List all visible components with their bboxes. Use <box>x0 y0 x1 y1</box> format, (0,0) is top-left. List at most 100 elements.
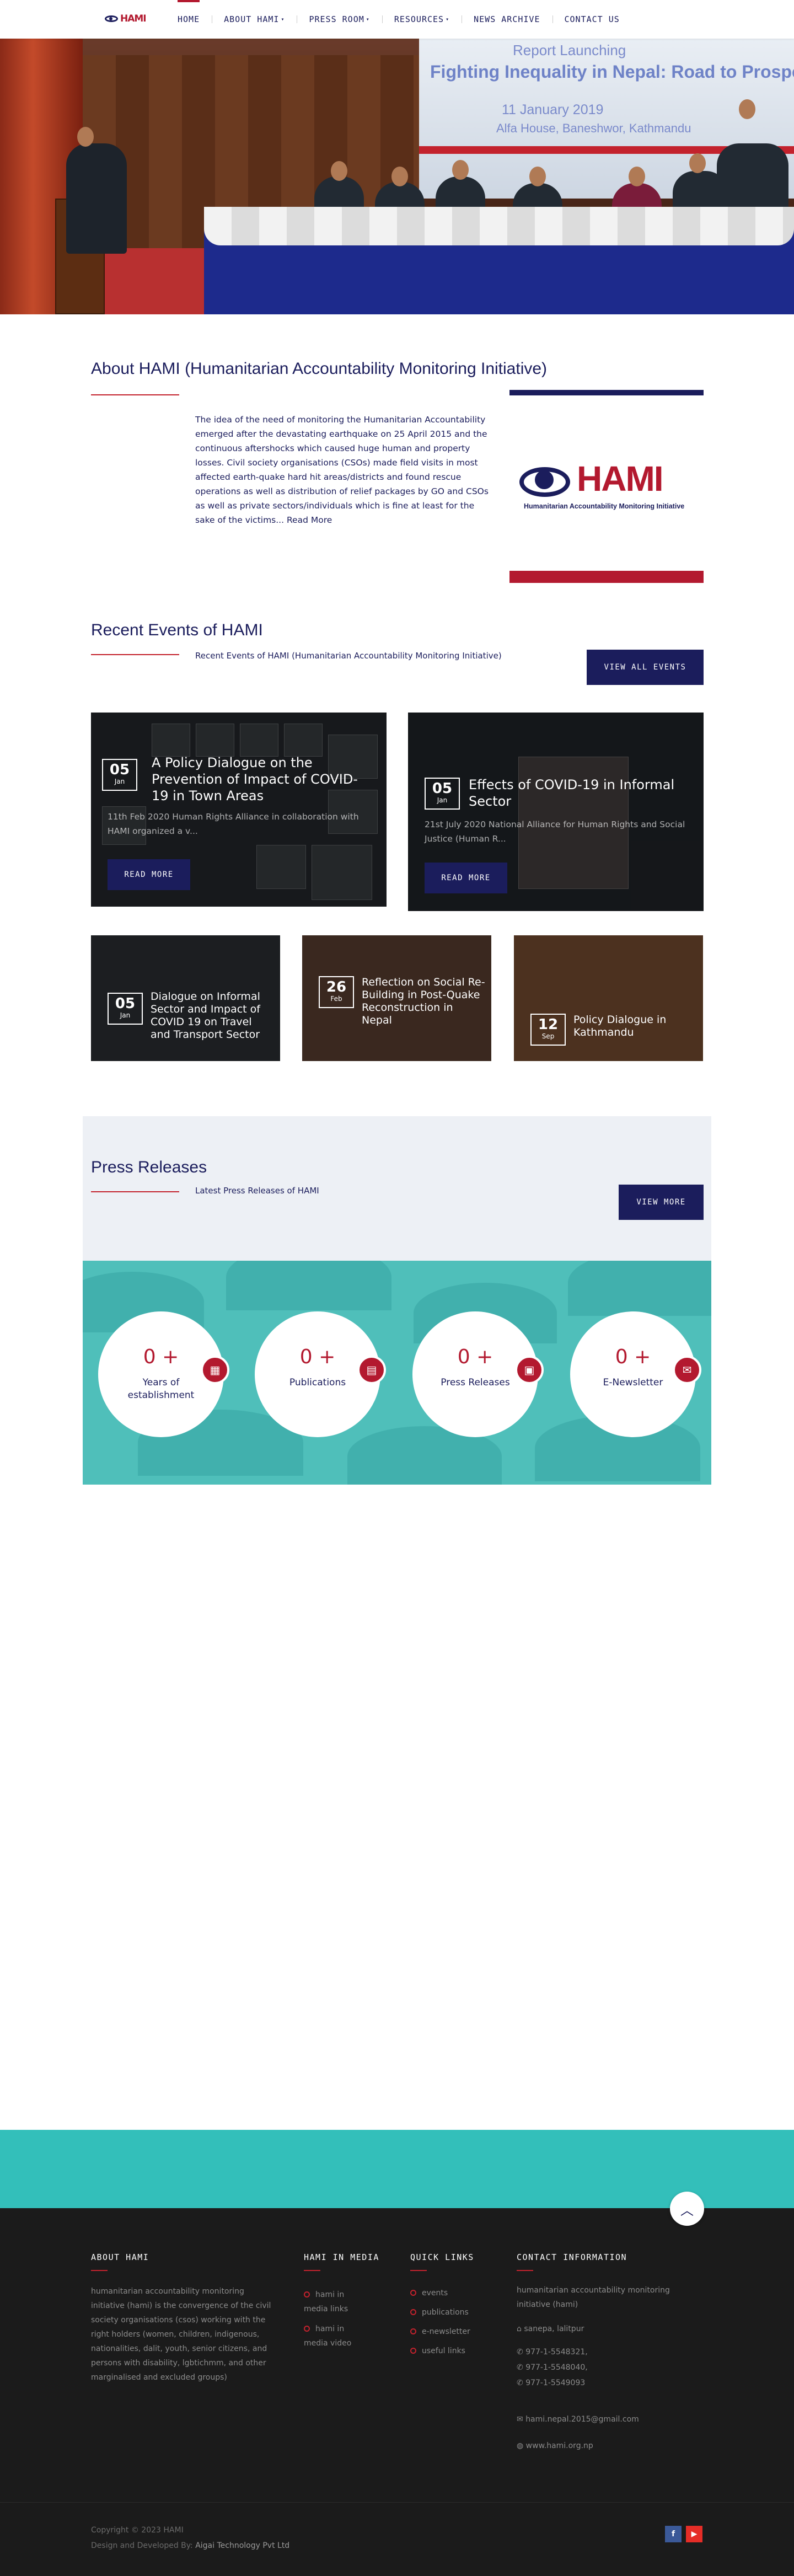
about-title: About HAMI (Humanitarian Accountability … <box>91 360 548 378</box>
hero-panelist-head <box>629 167 645 186</box>
newsletter-icon: ✉ <box>673 1356 701 1384</box>
footer-media-link[interactable]: hami in media video <box>304 2322 370 2350</box>
event-month: Jan <box>120 1011 131 1019</box>
footer-about-heading: About HAMI <box>91 2252 149 2262</box>
scroll-to-top-button[interactable]: ︿ <box>670 2192 704 2226</box>
site-header: HAMI Home About HAMI ▾ Press Room ▾ Resour… <box>0 0 794 39</box>
event-card-featured[interactable]: 05 Jan A Policy Dialogue on the Preventi… <box>91 713 387 907</box>
developer-link[interactable]: Aigai Technology Pvt Ltd <box>195 2541 289 2550</box>
copyright: Copyright © 2023 HAMI <box>91 2526 184 2535</box>
hero-panelist-head <box>689 153 706 173</box>
footer-heading-rule <box>410 2270 427 2271</box>
umbrella-decor <box>226 1261 391 1310</box>
footer-divider <box>0 2502 794 2503</box>
footer-contact-heading: Contact information <box>517 2252 627 2262</box>
logo-panel-bottom-bar <box>509 571 704 583</box>
event-title[interactable]: A Policy Dialogue on the Prevention of I… <box>152 754 367 804</box>
globe-icon: ◍ <box>517 2441 526 2450</box>
counter-press-releases: 0 + Press Releases ▣ <box>412 1311 544 1437</box>
footer-contact-org: humanitarian accountability monitoring i… <box>517 2286 670 2309</box>
footer-quick-link[interactable]: publications <box>410 2308 469 2317</box>
circle-bullet-icon <box>304 2326 310 2332</box>
footer-quick-link[interactable]: events <box>410 2289 448 2297</box>
event-date-badge: 05 Jan <box>102 759 137 791</box>
youtube-icon[interactable]: ▶ <box>686 2526 702 2542</box>
nav-contact[interactable]: Contact Us <box>552 0 632 39</box>
envelope-icon: ✉ <box>517 2415 526 2424</box>
event-card-small[interactable]: 12 Sep Policy Dialogue in Kathmandu <box>514 935 703 1061</box>
logo-panel-top-bar <box>509 390 704 395</box>
footer-quick-link[interactable]: useful links <box>410 2347 465 2355</box>
event-title[interactable]: Policy Dialogue in Kathmandu <box>573 1014 698 1039</box>
read-more-button[interactable]: Read More <box>425 863 507 893</box>
page: HAMI Home About HAMI ▾ Press Room ▾ Resour… <box>0 0 794 2576</box>
hero-panelist-head <box>529 167 546 186</box>
counter-label: Years of establishment <box>127 1377 195 1401</box>
nav-press-room[interactable]: Press Room ▾ <box>297 0 382 39</box>
footer-quick-heading: Quick links <box>410 2252 474 2262</box>
nav-about[interactable]: About HAMI ▾ <box>212 0 297 39</box>
nav-label: News Archive <box>474 14 540 24</box>
footer-phone: ✆ 977-1-5549093 <box>517 2376 585 2390</box>
view-all-events-button[interactable]: View All Events <box>587 650 704 685</box>
nav-resources[interactable]: Resources ▾ <box>382 0 462 39</box>
events-subtitle: Recent Events of HAMI (Humanitarian Acco… <box>195 651 502 661</box>
nav-home[interactable]: Home <box>165 0 212 39</box>
newspaper-icon: ▣ <box>515 1356 544 1384</box>
footer-link-label: hami in media video <box>304 2325 352 2348</box>
home-icon: ⌂ <box>517 2325 524 2333</box>
circle-bullet-icon <box>410 2348 416 2354</box>
event-card-featured[interactable]: 05 Jan Effects of COVID-19 in Informal S… <box>408 713 704 911</box>
read-more-button[interactable]: Read More <box>108 859 190 890</box>
circle-bullet-icon <box>410 2290 416 2296</box>
facebook-icon[interactable]: f <box>665 2526 682 2542</box>
umbrella-decor <box>568 1261 711 1316</box>
book-icon: ▤ <box>357 1356 386 1384</box>
press-title: Press Releases <box>91 1158 207 1176</box>
counter-label: Press Releases <box>441 1377 510 1388</box>
footer-media-link[interactable]: hami in media links <box>304 2288 370 2316</box>
phone-text: 977-1-5548321, <box>525 2348 588 2357</box>
event-date-badge: 26 Feb <box>319 976 354 1008</box>
email-text: hami.nepal.2015@gmail.com <box>525 2415 639 2424</box>
view-more-button[interactable]: View More <box>619 1185 704 1220</box>
hero-slider: Report Launching Fighting Inequality in … <box>0 39 794 314</box>
chevron-up-icon: ︿ <box>680 2202 694 2218</box>
event-month: Sep <box>541 1032 555 1040</box>
site-logo[interactable]: HAMI <box>105 13 147 24</box>
event-day: 05 <box>432 780 453 797</box>
footer-link-label: publications <box>422 2308 469 2317</box>
event-title[interactable]: Reflection on Social Re-Building in Post… <box>362 976 486 1027</box>
event-month: Jan <box>437 796 448 804</box>
nav-label: Press Room <box>309 14 364 24</box>
counter-years: 0 + Years of establishment ▦ <box>98 1311 229 1437</box>
press-subtitle: Latest Press Releases of HAMI <box>195 1186 319 1196</box>
phone-icon: ✆ <box>517 2363 526 2372</box>
phone-icon: ✆ <box>517 2379 526 2387</box>
read-more-link[interactable]: Read More <box>287 515 332 525</box>
hami-logo: HAMI Humanitarian Accountability Monitor… <box>519 456 696 511</box>
press-releases-section: Press Releases Latest Press Releases of … <box>83 1116 711 1261</box>
event-day: 12 <box>538 1016 559 1033</box>
eye-icon <box>519 467 570 497</box>
eye-iris <box>535 470 554 489</box>
footer-phone: ✆ 977-1-5548040, <box>517 2360 588 2375</box>
footer-about-text: humanitarian accountability monitoring i… <box>91 2287 271 2382</box>
chevron-down-icon: ▾ <box>366 16 370 23</box>
counter-label: E-Newsletter <box>603 1377 663 1388</box>
about-title-rule <box>91 394 179 395</box>
hero-panelist-head <box>452 160 469 180</box>
hero-date: 11 January 2019 <box>502 102 604 117</box>
hero-speaker-head <box>77 127 94 147</box>
event-card-small[interactable]: 05 Jan Dialogue on Informal Sector and I… <box>91 935 280 1061</box>
event-title[interactable]: Dialogue on Informal Sector and Impact o… <box>151 990 275 1041</box>
footer-website[interactable]: ◍ www.hami.org.np <box>517 2439 593 2453</box>
nav-label: Home <box>178 14 200 24</box>
footer-quick-link[interactable]: e-newsletter <box>410 2327 470 2336</box>
logo-text: HAMI <box>120 13 147 24</box>
footer-email[interactable]: ✉ hami.nepal.2015@gmail.com <box>517 2412 639 2427</box>
event-title[interactable]: Effects of COVID-19 in Informal Sector <box>469 776 684 810</box>
nav-news-archive[interactable]: News Archive <box>462 0 552 39</box>
event-card-small[interactable]: 26 Feb Reflection on Social Re-Building … <box>302 935 491 1061</box>
event-day: 05 <box>109 762 130 778</box>
